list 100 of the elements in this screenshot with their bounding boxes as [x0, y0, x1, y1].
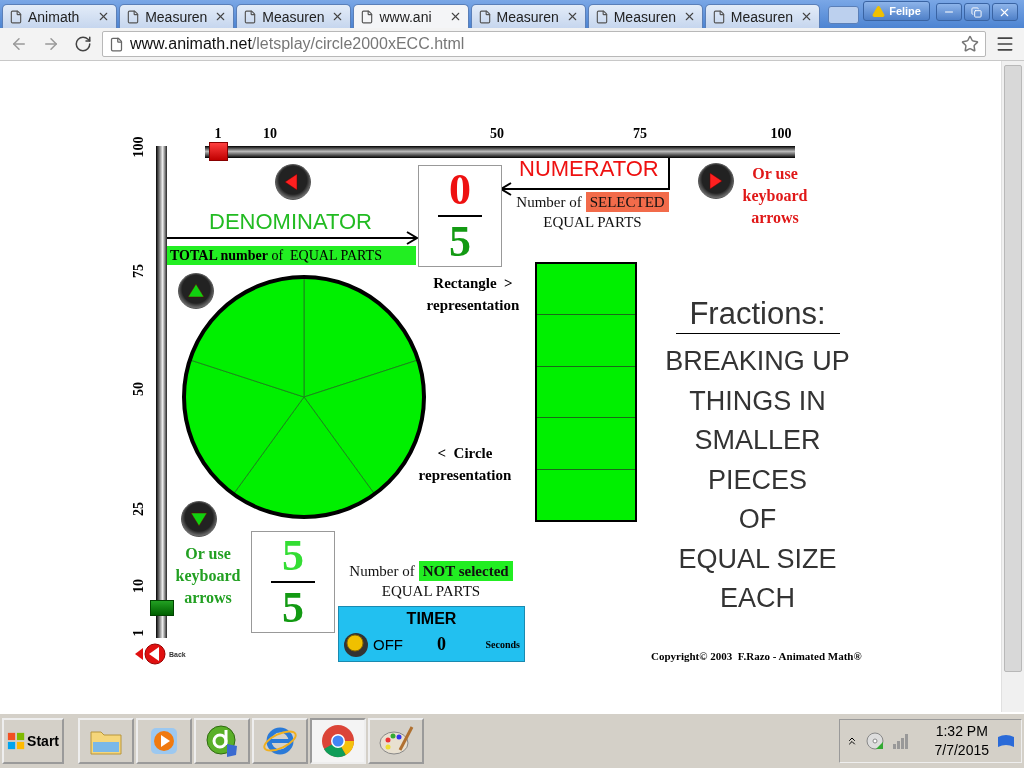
timer-state: OFF [373, 635, 404, 653]
browser-tab[interactable]: Measuren [236, 4, 352, 28]
rectangle-part[interactable] [537, 468, 635, 521]
subtitle-line: EACH [720, 582, 795, 615]
palette-icon [378, 724, 414, 758]
url-text: www.animath.net/letsplay/circle2000xECC.html [130, 35, 466, 53]
start-button[interactable]: Start [2, 718, 64, 764]
slider-tick-label: 50 [131, 382, 147, 396]
representation-label: Rectangle > [432, 274, 514, 293]
rectangle-part[interactable] [537, 365, 635, 418]
hint-text: Or use keyboard arrows [174, 544, 242, 608]
caption-text: EQUAL PARTS [543, 213, 642, 232]
decrease-button[interactable] [181, 501, 217, 537]
disc-icon[interactable] [866, 732, 884, 750]
fraction-numerator: 5 [282, 533, 304, 579]
restore-icon [971, 6, 983, 18]
installer-icon [205, 724, 239, 758]
timer-unit: Seconds [485, 638, 520, 650]
page-icon [711, 9, 726, 24]
slider-thumb[interactable] [150, 600, 174, 617]
slider-tick-label: 75 [131, 264, 147, 278]
fraction-numerator: 0 [449, 167, 471, 213]
subtitle-line: THINGS IN [689, 384, 826, 418]
representation-label: < Circle [436, 444, 494, 463]
timer-value: 0 [437, 633, 447, 655]
subtitle-line: PIECES [707, 463, 807, 497]
leader-line [668, 158, 670, 189]
browser-tab[interactable]: Measuren [587, 4, 703, 28]
caption-text: Number of [516, 193, 582, 212]
menu-icon [995, 34, 1015, 54]
slider-tick-label: 10 [263, 126, 277, 142]
slider-tick-label: 10 [131, 579, 147, 593]
scrollbar[interactable] [1001, 61, 1024, 712]
rectangle-representation[interactable] [535, 262, 637, 522]
taskbar-app-button[interactable] [194, 718, 250, 764]
play-icon [148, 725, 180, 757]
browser-tab[interactable]: Animath [2, 4, 118, 28]
fraction-denominator: 5 [449, 219, 471, 265]
slider-tick-label: 50 [490, 126, 504, 142]
page-icon [477, 9, 492, 24]
subtitle-line: SMALLER [694, 424, 821, 457]
close-icon[interactable] [800, 10, 813, 23]
browser-tab[interactable]: Measuren [119, 4, 235, 28]
representation-label: representation [425, 296, 521, 315]
address-field[interactable]: www.animath.net/letsplay/circle2000xECC.html [102, 31, 986, 57]
browser-tab[interactable]: www.ani [353, 4, 469, 28]
pie-slice[interactable] [303, 276, 419, 398]
browser-tab[interactable]: Measuren [704, 4, 820, 28]
page-icon [126, 9, 141, 24]
pie-slice[interactable] [183, 359, 305, 495]
restore-button[interactable] [963, 3, 990, 21]
decrease-button[interactable] [275, 164, 311, 200]
slider-tick-label: 1 [214, 126, 222, 142]
show-desktop-icon[interactable] [997, 734, 1015, 748]
forward-arrow-icon [42, 35, 60, 53]
page-icon [9, 9, 23, 24]
knob-button[interactable] [343, 631, 369, 657]
page-icon [594, 9, 609, 24]
taskbar-app-button[interactable] [310, 718, 366, 764]
pie-slice[interactable] [189, 276, 305, 398]
page-icon [109, 36, 124, 52]
subtitle-line: BREAKING UP [665, 345, 850, 378]
user-name: Felipe [889, 5, 921, 17]
close-button[interactable] [991, 3, 1018, 21]
taskbar-app-button[interactable] [252, 718, 308, 764]
taskbar-app-button[interactable] [368, 718, 424, 764]
caption-text: TOTAL number of EQUAL PARTS [167, 246, 416, 265]
hint-text: Or use keyboard arrows [741, 164, 809, 228]
chrome-icon [321, 724, 355, 758]
clock-time: 1:32 PM [935, 722, 988, 741]
slider-thumb[interactable] [209, 142, 228, 161]
subtitle-line: OF [738, 503, 777, 536]
slider-tick-label: 100 [770, 126, 792, 142]
slider-tick-label: 25 [131, 502, 147, 516]
increase-button[interactable] [178, 273, 214, 309]
bookmark-star-icon[interactable] [961, 35, 979, 53]
new-tab-button[interactable] [828, 6, 860, 24]
increase-button[interactable] [698, 163, 734, 199]
scrollbar-thumb[interactable] [1004, 65, 1022, 672]
chevron-up-icon[interactable] [846, 735, 858, 747]
page-icon [243, 9, 258, 24]
highlight-label: SELECTED [585, 192, 669, 212]
denominator-label: DENOMINATOR [209, 209, 372, 235]
slider-tick-label: 75 [633, 126, 647, 142]
subtitle-line: EQUAL SIZE [678, 542, 837, 576]
arrow-up-icon [186, 281, 206, 301]
pie-slice[interactable] [232, 396, 376, 518]
title-text: Fractions: [689, 295, 826, 333]
fraction-denominator: 5 [282, 585, 304, 631]
highlight-label: NOT selected [418, 561, 513, 581]
reload-icon [74, 35, 92, 53]
browser-tab[interactable]: Measuren [470, 4, 586, 28]
caption-text: EQUAL PARTS [381, 582, 481, 601]
minimize-button[interactable] [935, 3, 962, 21]
arrow-down-icon [189, 509, 209, 529]
page-icon [360, 9, 375, 24]
clock-date: 7/7/2015 [934, 741, 989, 760]
copyright-text: Copyright© 2003 F.Razo - Animated Math® [651, 650, 862, 662]
numerator-label: NUMERATOR [519, 157, 659, 181]
back-arrow-icon [135, 642, 167, 666]
